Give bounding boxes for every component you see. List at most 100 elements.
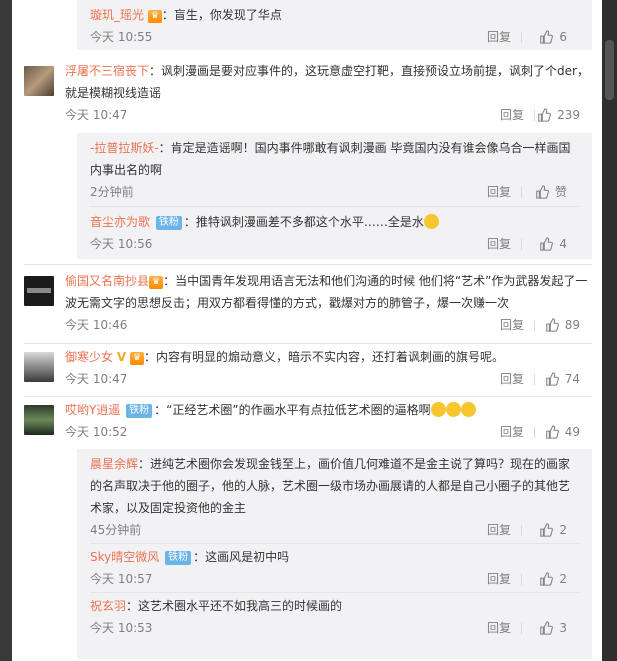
like-button[interactable]: 2 [539,519,567,541]
comment-text: 哎哟Y逍遥 铁粉 ：“正经艺术圈”的作画水平有点拉低艺术圈的逼格啊 [65,399,592,421]
reply-item: -拉普拉斯妖-：肯定是造谣啊！国内事件哪敢有讽刺漫画 毕竟国内没有谁会像乌合一样… [77,133,592,203]
divider [521,239,522,250]
comment-username[interactable]: 偷国又名南抄县 [65,274,149,288]
reply-username[interactable]: 晨星余辉 [90,457,138,471]
thumbs-up-icon [540,523,554,537]
comment-divider [24,264,592,265]
reply-username[interactable]: 祝玄羽 [90,599,126,613]
comment-username[interactable]: 御寒少女 [65,350,113,364]
timestamp: 今天 10:57 [90,572,153,586]
reply-button[interactable]: 回复 [500,314,524,336]
timestamp: 今天 10:53 [90,621,153,635]
like-button[interactable]: 赞 [535,181,567,203]
timestamp: 今天 10:56 [90,237,153,251]
like-count: 239 [557,108,580,122]
thumbs-up-icon [540,30,554,44]
thumbs-up-icon [545,318,559,332]
reply-body: ：进纯艺术圈你会发现金钱至上，画价值几何难道不是金主说了算吗？现在的画家的名声取… [90,457,571,515]
laughing-emoji-icon [423,214,439,229]
reply-body: ：这艺术圈水平还不如我高三的时候画的 [126,599,343,613]
avatar[interactable] [24,352,54,382]
like-count: 49 [564,425,580,439]
reply-item: Sky晴空微风 铁粉 ：这画风是初中吗 今天 10:57 回复 2 [77,544,592,590]
like-count: 89 [564,318,580,332]
like-button[interactable]: 2 [539,568,567,590]
comment-text: 御寒少女 V ♛ ：内容有明显的煽动意义，暗示不实内容，还打着讽刺画的旗号呢。 [65,346,592,368]
comment-divider [24,343,592,344]
reply-username[interactable]: 璇玑_瑶光 [90,8,144,22]
reply-body: ：肯定是造谣啊！国内事件哪敢有讽刺漫画 毕竟国内没有谁会像乌合一样画国内事出名的… [90,141,571,177]
like-count: 2 [559,523,567,537]
like-button[interactable]: 4 [539,233,567,255]
reply-button[interactable]: 回复 [487,181,511,203]
reply-button[interactable]: 回复 [500,368,524,390]
reply-username[interactable]: Sky晴空微风 [90,550,159,564]
comment-username[interactable]: 浮屠不三宿丧下 [65,64,149,78]
divider [521,623,522,634]
avatar[interactable] [24,276,54,306]
reply-text: 祝玄羽：这艺术圈水平还不如我高三的时候画的 [90,595,579,617]
thumbs-up-icon [545,372,559,386]
comment-text: 偷国又名南抄县 ♛ ：当中国青年发现用语言无法和他们沟通的时候 他们将“艺术”作为武… [65,270,592,314]
reply-button[interactable]: 回复 [487,26,511,48]
reply-button[interactable]: 回复 [487,519,511,541]
like-button[interactable]: 89 [545,314,580,336]
reply-username[interactable]: -拉普拉斯妖- [90,141,159,155]
reply-meta: 今天 10:56 回复 4 [90,233,579,255]
reply-meta: 今天 10:55 回复 6 [90,26,579,48]
timestamp: 今天 10:52 [65,425,128,439]
comment-body: ：“正经艺术圈”的作画水平有点拉低艺术圈的逼格啊 [154,403,431,417]
reply-list: -拉普拉斯妖-：肯定是造谣啊！国内事件哪敢有讽刺漫画 毕竟国内没有谁会像乌合一样… [77,133,592,259]
like-count: 2 [559,572,567,586]
fan-badge: 铁粉 [126,404,153,418]
emoji-icon [430,402,446,417]
thumbs-up-icon [545,425,559,439]
reply-text: 璇玑_瑶光 ♛ ：盲生，你发现了华点 [90,4,579,26]
thumbs-up-icon [540,237,554,251]
like-button[interactable]: 239 [537,104,580,126]
timestamp: 2分钟前 [90,185,134,199]
like-button[interactable]: 3 [539,617,567,639]
scrollbar[interactable] [602,0,617,661]
reply-list: 晨星余辉：进纯艺术圈你会发现金钱至上，画价值几何难道不是金主说了算吗？现在的画家… [77,449,592,659]
emoji-icon [460,402,476,417]
reply-username[interactable]: 音尘亦为歌 [90,215,150,229]
reply-meta: 今天 10:57 回复 2 [90,568,579,590]
reply-meta: 今天 10:53 回复 3 [90,617,579,639]
reply-button[interactable]: 回复 [487,233,511,255]
reply-button[interactable]: 回复 [487,568,511,590]
divider [534,427,535,438]
like-count: 3 [559,621,567,635]
vip-badge-icon: ♛ [147,10,162,23]
reply-text: Sky晴空微风 铁粉 ：这画风是初中吗 [90,546,579,568]
timestamp: 今天 10:46 [65,318,128,332]
vip-badge-icon: ♛ [129,352,145,365]
comment-meta: 今天 10:46 回复 89 [65,314,592,336]
reply-button[interactable]: 回复 [487,617,511,639]
reply-button[interactable]: 回复 [500,421,524,443]
like-count: 6 [559,30,567,44]
emoji-icon [445,402,461,417]
reply-item: 晨星余辉：进纯艺术圈你会发现金钱至上，画价值几何难道不是金主说了算吗？现在的画家… [77,449,592,541]
reply-item: 音尘亦为歌 铁粉 ：推特讽刺漫画差不多都这个水平……全是水 今天 10:56 回复… [77,207,592,255]
reply-body: ：这画风是初中吗 [193,550,290,564]
timestamp: 今天 10:47 [65,372,128,386]
timestamp: 45分钟前 [90,523,142,537]
avatar[interactable] [24,405,54,435]
scrollbar-thumb[interactable] [605,40,614,100]
vip-badge-icon: ♛ [149,276,164,289]
reply-button[interactable]: 回复 [500,104,524,126]
like-button[interactable]: 49 [545,421,580,443]
comment-text: 浮屠不三宿丧下：讽刺漫画是要对应事件的，这玩意虚空打靶，直接预设立场前提，讽刺了… [65,60,592,104]
timestamp: 今天 10:47 [65,108,128,122]
comment-username[interactable]: 哎哟Y逍遥 [65,403,120,417]
reply-body: ：推特讽刺漫画差不多都这个水平……全是水 [183,215,424,229]
like-button[interactable]: 6 [539,26,567,48]
avatar[interactable] [24,66,54,96]
like-button[interactable]: 74 [545,368,580,390]
reply-text: 晨星余辉：进纯艺术圈你会发现金钱至上，画价值几何难道不是金主说了算吗？现在的画家… [90,453,579,519]
reply-block: 璇玑_瑶光 ♛ ：盲生，你发现了华点 今天 10:55 回复 6 [77,0,592,50]
divider [534,320,535,331]
divider [521,574,522,585]
thumbs-up-icon [540,572,554,586]
